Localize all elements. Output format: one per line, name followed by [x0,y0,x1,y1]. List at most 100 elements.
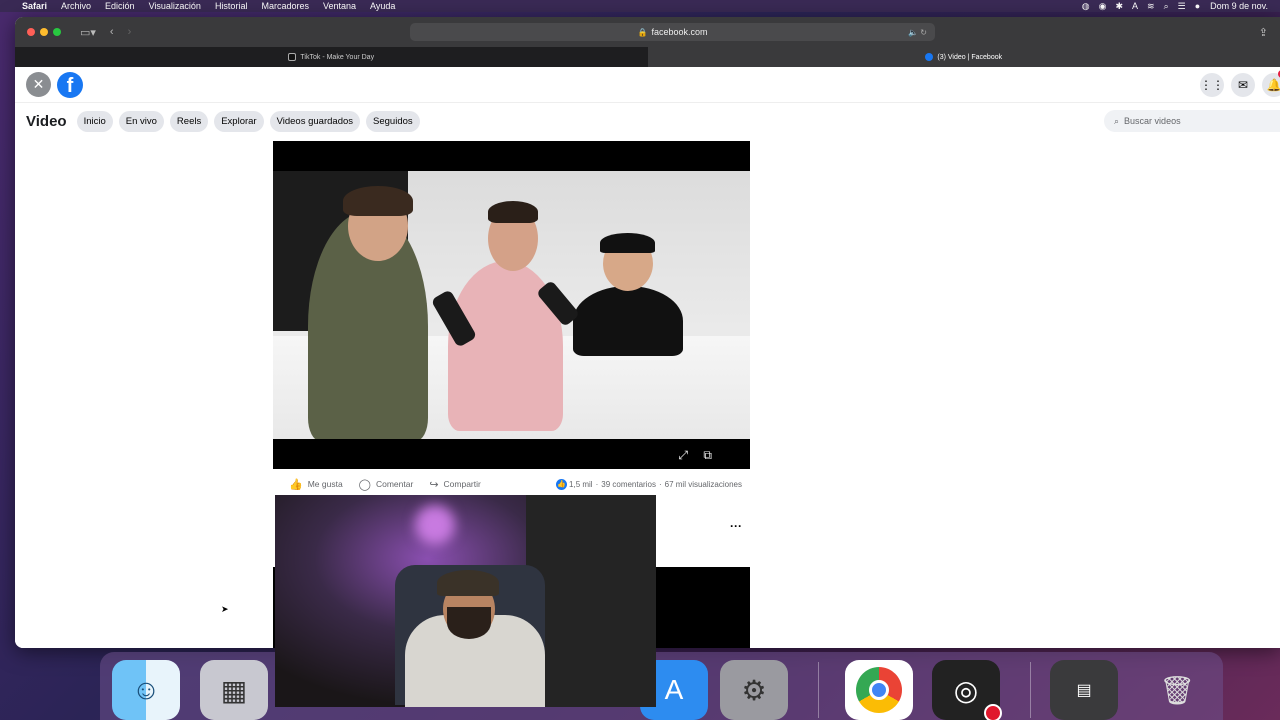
nav-reels[interactable]: Reels [169,110,209,132]
tab-label: (3) Video | Facebook [937,53,1003,61]
sidebar-toggle-icon[interactable]: ▭▾ [80,26,96,39]
menu-marcadores[interactable]: Marcadores [261,1,309,11]
webcam-person-beard [447,607,491,639]
tiktok-favicon-icon [288,53,297,61]
nav-en-vivo[interactable]: En vivo [118,110,164,132]
thumbs-up-icon: 👍 [289,478,303,491]
video-person-center-hair [488,201,538,223]
facebook-logo[interactable]: f [57,71,83,98]
comment-label: Comentar [375,479,414,489]
lock-icon: 🔒 [637,27,648,37]
system-settings-icon[interactable]: ⚙ [720,660,788,720]
share-arrow-icon: ↪ [429,478,439,491]
status-area: ◍ ◉ ✱ A ≋ ⌕ ☰ ● Dom 9 de nov. [1073,1,1268,12]
menubar-clock[interactable]: Dom 9 de nov. [1210,1,1268,11]
video-person-right-cap [600,233,655,253]
share-button[interactable]: ↪ Compartir [429,478,481,491]
video-nav: Video Inicio En vivo Reels Explorar Vide… [15,103,1280,139]
like-button[interactable]: 👍 Me gusta [289,478,343,491]
nav-seguidos[interactable]: Seguidos [366,110,420,132]
tab-bar: TikTok - Make Your Day (3) Video | Faceb… [15,47,1280,67]
tab-label: TikTok - Make Your Day [300,53,375,61]
zoom-window-button[interactable] [53,28,61,36]
views-count: 67 mil visualizaciones [664,479,742,489]
close-icon[interactable]: ✕ [26,72,51,97]
facebook-favicon-icon [925,53,934,61]
more-options-icon[interactable]: ··· [730,519,742,533]
dock-separator [818,662,819,718]
chrome-logo [856,667,902,713]
browser-toolbar: ▭▾ ‹ › 🔒 facebook.com 🔈 ↻ ⇪ [15,17,1280,47]
search-placeholder: Buscar videos [1124,116,1181,126]
window-controls [27,28,66,36]
reload-icon[interactable]: 🔈 ↻ [908,28,927,37]
back-icon[interactable]: ‹ [110,26,114,38]
menu-bar: Safari Archivo Edición Visualización His… [0,0,1280,12]
likes-count[interactable]: 1,5 mil [569,480,593,489]
dock-separator [1030,662,1031,718]
menu-archivo[interactable]: Archivo [61,1,91,11]
menu-visualizacion[interactable]: Visualización [149,1,201,11]
status-icon[interactable]: ◍ [1082,1,1090,12]
dock: ☺ ▦ A ⚙ ◎ ▤ 🗑 [100,652,1223,720]
control-center-icon[interactable]: ☰ [1178,1,1186,12]
fb-header-actions: ⋮⋮ ✉ 🔔 [1193,69,1280,97]
messenger-icon[interactable]: ✉ [1231,72,1255,97]
share-icon[interactable]: ⇪ [1259,26,1268,39]
nav-explorar[interactable]: Explorar [214,110,264,132]
close-window-button[interactable] [27,28,35,36]
tab-tiktok[interactable]: TikTok - Make Your Day [15,47,648,67]
grid-icon[interactable]: ⋮⋮ [1200,72,1224,97]
wifi-icon[interactable]: ≋ [1147,1,1155,12]
webcam-background [526,495,656,707]
webcam-person-cap [437,570,499,596]
play-status-icon[interactable]: ◉ [1099,1,1107,12]
recording-badge [984,704,1002,720]
like-reaction-icon: 👍 [556,478,568,490]
nav-inicio[interactable]: Inicio [76,110,113,132]
video-person-right [573,286,683,356]
page-title: Video [26,112,67,130]
menu-edicion[interactable]: Edición [105,1,135,11]
chrome-icon[interactable] [845,660,913,720]
menu-safari[interactable]: Safari [22,1,47,11]
separator: · [595,479,599,489]
search-icon: ⌕ [1114,115,1120,126]
menu-ayuda[interactable]: Ayuda [370,1,395,11]
finder-icon[interactable]: ☺ [112,660,180,720]
nav-videos-guardados[interactable]: Videos guardados [269,110,361,132]
forward-icon[interactable]: › [128,26,132,38]
fb-header: ✕ f ⋮⋮ ✉ 🔔 [15,67,1280,103]
siri-icon[interactable]: ● [1195,1,1200,11]
minimize-window-button[interactable] [40,28,48,36]
video-player[interactable]: ⤢ ⧉ [273,141,750,469]
video-person-left-hair [343,186,413,216]
menu-historial[interactable]: Historial [215,1,248,11]
address-text: facebook.com [651,27,708,37]
post-actions: 👍 Me gusta ◯ Comentar ↪ Compartir 👍 1,5 … [273,471,750,497]
share-label: Compartir [443,479,481,489]
comments-count[interactable]: 39 comentarios [601,480,656,489]
address-bar[interactable]: 🔒 facebook.com 🔈 ↻ [410,23,935,41]
menu-ventana[interactable]: Ventana [323,1,356,11]
post-stats: 👍 1,5 mil · 39 comentarios · 67 mil visu… [556,478,742,490]
bluetooth-icon[interactable]: ✱ [1115,1,1123,12]
mouse-cursor-icon: ➤ [221,604,229,614]
launchpad-icon[interactable]: ▦ [200,660,268,720]
webcam-light [415,505,455,545]
separator: · [658,479,662,489]
minimized-window-thumbnail[interactable]: ▤ [1050,660,1118,720]
picture-in-picture-icon[interactable]: ⧉ [703,448,712,463]
keyboard-icon[interactable]: A [1132,1,1138,11]
trash-icon[interactable]: 🗑 [1143,660,1211,720]
spotlight-search-icon[interactable]: ⌕ [1164,1,1169,12]
fullscreen-icon[interactable]: ⤢ [678,448,688,463]
search-input[interactable]: ⌕ Buscar videos [1104,110,1280,132]
tab-facebook-video[interactable]: (3) Video | Facebook [647,47,1280,67]
comment-button[interactable]: ◯ Comentar [359,478,414,491]
like-label: Me gusta [307,479,343,489]
webcam-overlay [275,495,656,707]
video-frame[interactable] [273,171,750,439]
bell-icon[interactable]: 🔔 [1262,69,1280,97]
obs-icon[interactable]: ◎ [932,660,1002,720]
